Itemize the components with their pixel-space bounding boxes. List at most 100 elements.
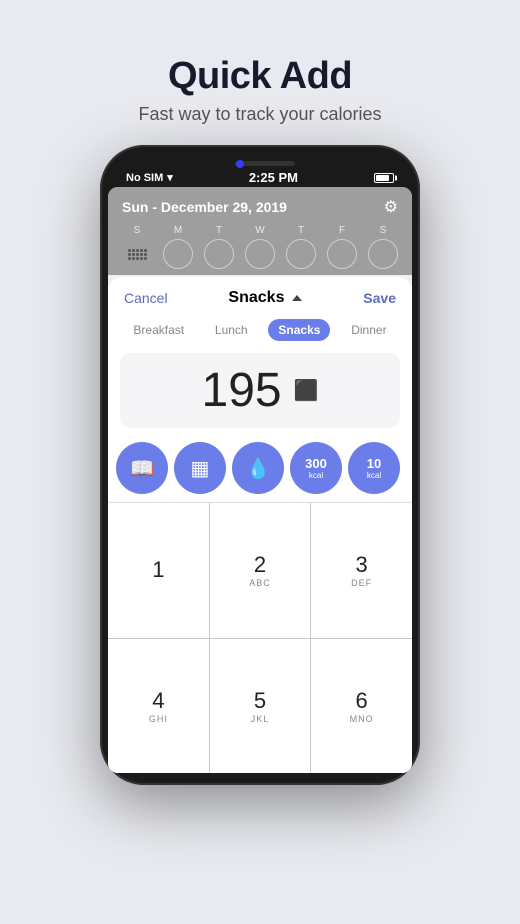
week-row: S [122, 225, 398, 269]
dot [132, 249, 135, 252]
kcal-300-value: 300 [305, 456, 327, 472]
numpad-digit-2: 2 [254, 552, 266, 578]
numpad-key-6[interactable]: 6 MNO [311, 639, 412, 774]
tab-lunch[interactable]: Lunch [205, 319, 258, 341]
copy-icon[interactable]: ⬛ [294, 378, 319, 403]
modal-top: Cancel Snacks Save [108, 277, 412, 313]
settings-icon[interactable]: ⚙ [384, 197, 398, 217]
numpad-digit-4: 4 [152, 688, 164, 714]
dot [136, 257, 139, 260]
battery-icon [374, 173, 394, 183]
dot [136, 249, 139, 252]
tab-dinner[interactable]: Dinner [341, 319, 396, 341]
book-icon: 📖 [130, 456, 155, 481]
status-time: 2:25 PM [249, 170, 298, 185]
dot [128, 249, 131, 252]
page-title: Quick Add [138, 55, 381, 98]
meal-tabs: Breakfast Lunch Snacks Dinner [108, 313, 412, 347]
wifi-icon: ▾ [167, 171, 173, 184]
day-item-thu[interactable]: T [286, 225, 316, 269]
numpad-key-1[interactable]: 1 [108, 503, 209, 638]
status-left: No SIM ▾ [126, 171, 173, 184]
action-btn-water[interactable]: 💧 [232, 442, 284, 494]
day-dot-grid [125, 246, 150, 263]
kcal-100-value: 10 [367, 456, 381, 472]
numpad-digit-3: 3 [356, 552, 368, 578]
calorie-input-area[interactable]: 195 ⬛ [120, 353, 400, 428]
numpad-key-3[interactable]: 3 DEF [311, 503, 412, 638]
chevron-up-icon [292, 295, 302, 301]
day-label-fri: F [339, 225, 345, 236]
numpad: 1 2 ABC 3 DEF 4 GHI 5 JKL [108, 502, 412, 773]
cancel-button[interactable]: Cancel [124, 290, 168, 306]
dot [144, 249, 147, 252]
day-circle-sat [368, 239, 398, 269]
day-item-fri[interactable]: F [327, 225, 357, 269]
day-circle-tue [204, 239, 234, 269]
numpad-letters-4: GHI [149, 714, 168, 724]
dot [132, 257, 135, 260]
numpad-key-2[interactable]: 2 ABC [210, 503, 311, 638]
action-buttons-row: 📖 ▦ 💧 300 kcal 10 kcal [108, 434, 412, 502]
day-item-mon[interactable]: M [163, 225, 193, 269]
action-btn-barcode[interactable]: ▦ [174, 442, 226, 494]
day-circle-fri [327, 239, 357, 269]
day-label-tue: T [216, 225, 222, 236]
dot [140, 253, 143, 256]
numpad-digit-6: 6 [356, 688, 368, 714]
dot [136, 253, 139, 256]
numpad-key-5[interactable]: 5 JKL [210, 639, 311, 774]
dot [144, 253, 147, 256]
calendar-date: Sun - December 29, 2019 [122, 199, 287, 215]
day-label-mon: M [174, 225, 182, 236]
day-item-sun[interactable]: S [122, 225, 152, 269]
day-label-sat: S [380, 225, 387, 236]
calorie-value: 195 [202, 363, 282, 418]
action-btn-book[interactable]: 📖 [116, 442, 168, 494]
day-item-tue[interactable]: T [204, 225, 234, 269]
numpad-digit-1: 1 [152, 557, 164, 583]
status-bar: No SIM ▾ 2:25 PM [108, 168, 412, 187]
carrier-text: No SIM [126, 172, 163, 184]
dot [128, 257, 131, 260]
action-btn-300kcal[interactable]: 300 kcal [290, 442, 342, 494]
battery-fill [376, 175, 389, 181]
tab-snacks[interactable]: Snacks [268, 319, 330, 341]
numpad-digit-5: 5 [254, 688, 266, 714]
modal-title: Snacks [228, 289, 302, 307]
action-btn-100kcal[interactable]: 10 kcal [348, 442, 400, 494]
camera-dot [236, 160, 244, 168]
numpad-letters-5: JKL [251, 714, 270, 724]
day-circle-thu [286, 239, 316, 269]
day-item-sat[interactable]: S [368, 225, 398, 269]
phone-screen: Sun - December 29, 2019 ⚙ S [108, 187, 412, 773]
day-circle-mon [163, 239, 193, 269]
day-circle-wed [245, 239, 275, 269]
dot [144, 257, 147, 260]
header-section: Quick Add Fast way to track your calorie… [138, 0, 381, 125]
phone-top-bar [108, 157, 412, 168]
speaker-bar [235, 161, 295, 166]
water-icon: 💧 [246, 456, 271, 481]
numpad-key-4[interactable]: 4 GHI [108, 639, 209, 774]
numpad-letters-6: MNO [350, 714, 374, 724]
numpad-letters-2: ABC [249, 578, 271, 588]
kcal-300-label: kcal [309, 472, 323, 480]
barcode-icon: ▦ [191, 456, 210, 481]
numpad-letters-3: DEF [351, 578, 372, 588]
day-circle-sun [122, 239, 152, 269]
save-button[interactable]: Save [363, 290, 396, 306]
day-label-wed: W [255, 225, 264, 236]
phone-shell: No SIM ▾ 2:25 PM Sun - December 29, 2019… [100, 145, 420, 785]
dot [132, 253, 135, 256]
dot [140, 257, 143, 260]
day-label-thu: T [298, 225, 304, 236]
dot [140, 249, 143, 252]
status-right [374, 173, 394, 183]
day-label-sun: S [134, 225, 141, 236]
tab-breakfast[interactable]: Breakfast [123, 319, 194, 341]
modal-title-text: Snacks [228, 289, 284, 307]
dot [128, 253, 131, 256]
day-item-wed[interactable]: W [245, 225, 275, 269]
calendar-header: Sun - December 29, 2019 ⚙ S [108, 187, 412, 275]
